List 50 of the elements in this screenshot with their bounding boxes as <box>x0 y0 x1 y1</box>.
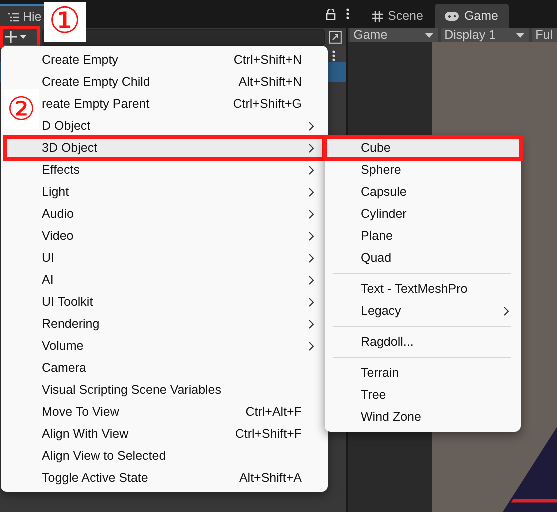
menu-item[interactable]: Camera <box>5 357 324 379</box>
menu-item[interactable]: Sphere <box>327 159 519 181</box>
expand-icon[interactable] <box>328 30 342 44</box>
menu-item[interactable]: Audio <box>5 203 324 225</box>
gamepad-icon <box>445 12 460 20</box>
menu-item[interactable]: Legacy <box>327 300 519 322</box>
menu-item[interactable]: 3D Object <box>5 137 324 159</box>
menu-item[interactable]: Visual Scripting Scene Variables <box>5 379 324 401</box>
menu-item[interactable]: Tree <box>327 384 519 406</box>
toolbar-dropdown[interactable]: Ful <box>532 28 557 42</box>
hierarchy-tab[interactable]: Hie <box>0 4 44 28</box>
menu-item[interactable]: Quad <box>327 247 519 269</box>
menu-item[interactable]: Video <box>5 225 324 247</box>
caret-icon <box>424 32 434 38</box>
menu-item[interactable]: Plane <box>327 225 519 247</box>
list-icon <box>8 12 19 22</box>
menu-item[interactable]: Volume <box>5 335 324 357</box>
kebab-menu-icon[interactable] <box>346 8 350 20</box>
toolbar-dropdown[interactable]: Game <box>350 28 438 42</box>
menu-item[interactable]: Terrain <box>327 362 519 384</box>
menu-item[interactable]: Cylinder <box>327 203 519 225</box>
menu-item[interactable]: Rendering <box>5 313 324 335</box>
stripe-shape <box>510 500 557 503</box>
lock-icon[interactable] <box>326 8 336 20</box>
menu-item[interactable]: Create Empty Ctrl+Shift+N <box>5 49 324 71</box>
step-marker-tooltip: ① <box>44 2 86 42</box>
menu-item[interactable]: AI <box>5 269 324 291</box>
view-tab[interactable]: Game <box>435 4 508 28</box>
menu-item[interactable]: Align With View Ctrl+Shift+F <box>5 423 324 445</box>
menu-item[interactable]: UI <box>5 247 324 269</box>
menu-item[interactable]: Capsule <box>327 181 519 203</box>
kebab-menu-icon[interactable] <box>332 50 336 62</box>
menu-item[interactable]: Align View to Selected <box>5 445 324 467</box>
caret-icon <box>516 32 525 38</box>
menu-item[interactable]: Toggle Active State Alt+Shift+A <box>5 467 324 489</box>
add-button[interactable] <box>2 28 38 46</box>
view-tab[interactable]: Scene <box>362 4 434 28</box>
menu-item[interactable]: Text - TextMeshPro <box>327 278 519 300</box>
caret-icon <box>20 35 27 39</box>
toolbar-dropdown[interactable]: Display 1 <box>440 28 529 42</box>
menu-item[interactable]: Ragdoll... <box>327 331 519 353</box>
menu-item[interactable]: Effects <box>5 159 324 181</box>
menu-item[interactable]: UI Toolkit <box>5 291 324 313</box>
step-marker-tooltip: ② <box>4 89 39 129</box>
menu-item[interactable]: Move To View Ctrl+Alt+F <box>5 401 324 423</box>
menu-item[interactable]: Light <box>5 181 324 203</box>
menu-item[interactable]: Wind Zone <box>327 406 519 428</box>
plus-icon <box>5 31 17 43</box>
grid-icon <box>372 10 383 22</box>
menu-item[interactable]: Cube <box>325 137 521 159</box>
